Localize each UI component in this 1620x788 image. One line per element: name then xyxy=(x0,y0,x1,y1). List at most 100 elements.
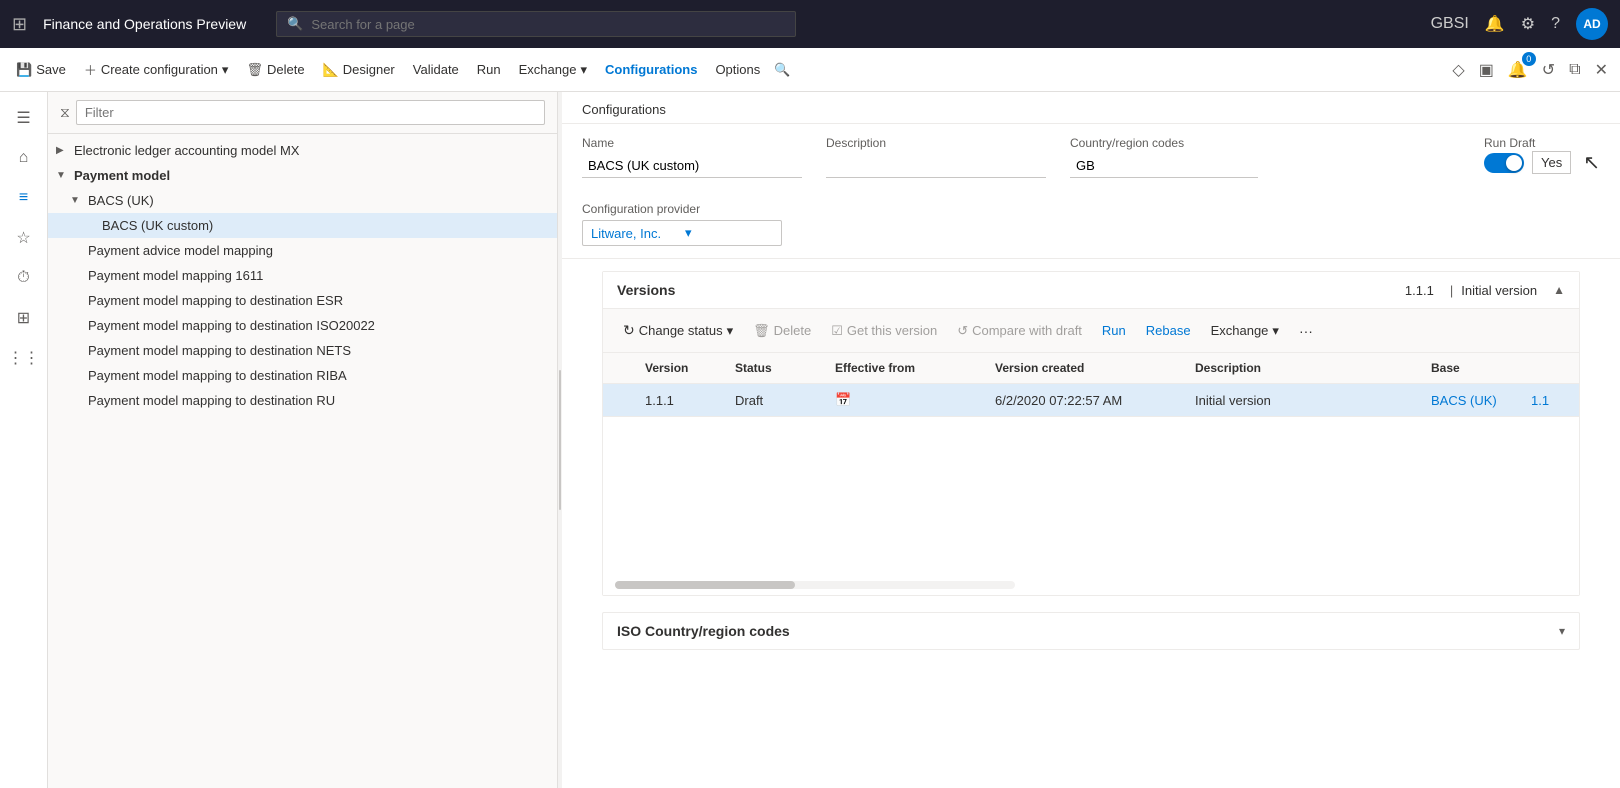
versions-run-button[interactable]: Run xyxy=(1094,318,1134,343)
help-icon[interactable]: ? xyxy=(1551,15,1560,33)
calendar-icon[interactable]: 📅 xyxy=(835,392,851,407)
versions-tag: Initial version xyxy=(1461,283,1537,298)
col-base[interactable]: Base xyxy=(1419,353,1519,384)
cell-r xyxy=(603,384,633,417)
tree-item-mapping-1611[interactable]: Payment model mapping 1611 xyxy=(48,263,557,288)
run-draft-toggle[interactable] xyxy=(1484,153,1524,173)
get-version-icon: ☑ xyxy=(831,323,843,339)
toggle-knob xyxy=(1506,155,1522,171)
tree-item-bacs-uk[interactable]: ▼ BACS (UK) xyxy=(48,188,557,213)
open-new-icon[interactable]: ⧉ xyxy=(1565,57,1584,83)
name-field: Name xyxy=(582,136,802,178)
col-version[interactable]: Version xyxy=(633,353,723,384)
cursor-indicator: ↖ xyxy=(1583,150,1600,175)
region-label: GBSI xyxy=(1431,15,1469,33)
configurations-nav-button[interactable]: Configurations xyxy=(597,56,705,83)
sidebar-recent-button[interactable]: ⏱ xyxy=(6,260,42,296)
exchange-chevron-icon: ▾ xyxy=(580,62,587,78)
notification-icon[interactable]: 🔔 xyxy=(1485,14,1505,34)
toolbar-search-icon[interactable]: 🔍 xyxy=(774,62,790,78)
designer-button[interactable]: 📐 Designer xyxy=(315,56,403,84)
country-field: Country/region codes xyxy=(1070,136,1258,178)
sidebar-favorites-button[interactable]: ☆ xyxy=(6,220,42,256)
expand-icon-payment-model: ▼ xyxy=(56,170,70,181)
save-button[interactable]: 💾 Save xyxy=(8,56,74,84)
run-button[interactable]: Run xyxy=(469,56,509,83)
notification-count-icon[interactable]: 🔔 0 xyxy=(1504,56,1532,84)
grid-icon[interactable]: ⊞ xyxy=(12,14,27,35)
country-input[interactable] xyxy=(1070,154,1258,178)
panel-icon[interactable]: ▣ xyxy=(1475,56,1498,84)
avatar[interactable]: AD xyxy=(1576,8,1608,40)
search-input[interactable] xyxy=(311,17,785,32)
form-fields: Name Description Country/region codes Co… xyxy=(562,124,1620,259)
col-effective-from[interactable]: Effective from xyxy=(823,353,983,384)
search-icon: 🔍 xyxy=(287,16,303,32)
versions-header[interactable]: Versions 1.1.1 | Initial version ▲ xyxy=(603,272,1579,309)
change-status-chevron-icon: ▾ xyxy=(727,323,734,339)
sidebar-workspace-button[interactable]: ⊞ xyxy=(6,300,42,336)
filter-icon[interactable]: ⧖ xyxy=(60,104,70,121)
tree-item-mapping-esr[interactable]: Payment model mapping to destination ESR xyxy=(48,288,557,313)
toolbar-right-actions: ◇ ▣ 🔔 0 ↺ ⧉ ✕ xyxy=(1448,56,1612,84)
tree-item-mapping-iso20022[interactable]: Payment model mapping to destination ISO… xyxy=(48,313,557,338)
col-version-created[interactable]: Version created xyxy=(983,353,1183,384)
sidebar-list-button[interactable]: ≡ xyxy=(6,180,42,216)
col-status[interactable]: Status xyxy=(723,353,823,384)
tree-filter-input[interactable] xyxy=(76,100,545,125)
expand-icon-bacs-uk: ▼ xyxy=(70,195,84,206)
description-input[interactable] xyxy=(826,154,1046,178)
more-actions-button[interactable]: ··· xyxy=(1291,318,1321,344)
run-draft-area: Run Draft Yes ↖ xyxy=(1484,136,1600,175)
create-config-chevron-icon: ▾ xyxy=(222,62,229,78)
save-icon: 💾 xyxy=(16,62,32,78)
options-button[interactable]: Options xyxy=(707,56,768,83)
provider-select[interactable]: Litware, Inc. ▾ xyxy=(582,220,782,246)
name-input[interactable] xyxy=(582,154,802,178)
iso-section-wrapper: ISO Country/region codes ▾ xyxy=(562,596,1620,670)
col-description[interactable]: Description xyxy=(1183,353,1419,384)
provider-field: Configuration provider Litware, Inc. ▾ xyxy=(582,202,782,246)
provider-value: Litware, Inc. xyxy=(591,226,679,241)
tree-item-payment-model[interactable]: ▼ Payment model xyxy=(48,163,557,188)
versions-section: Versions 1.1.1 | Initial version ▲ ↻ Cha… xyxy=(602,271,1580,596)
sidebar-home-button[interactable]: ⌂ xyxy=(6,140,42,176)
tree-item-bacs-uk-custom[interactable]: BACS (UK custom) xyxy=(48,213,557,238)
versions-badge: 1.1.1 xyxy=(1405,283,1434,298)
table-row[interactable]: 1.1.1 Draft 📅 6/2/2020 07:22:57 AM Initi… xyxy=(603,384,1579,417)
versions-toolbar: ↻ Change status ▾ 🗑 Delete ☑ Get this ve… xyxy=(603,309,1579,353)
horizontal-scrollbar[interactable] xyxy=(615,581,1015,589)
versions-exchange-button[interactable]: Exchange ▾ xyxy=(1203,318,1287,344)
resize-handle[interactable] xyxy=(558,92,562,788)
settings-icon[interactable]: ⚙ xyxy=(1521,14,1535,34)
versions-collapse-icon[interactable]: ▲ xyxy=(1553,283,1565,297)
col-base-version[interactable] xyxy=(1519,353,1579,384)
sidebar-hamburger-button[interactable]: ☰ xyxy=(6,100,42,136)
base-version-link[interactable]: 1.1 xyxy=(1531,393,1549,408)
tree-item-mapping-ru[interactable]: Payment model mapping to destination RU xyxy=(48,388,557,413)
tree-item-electronic-ledger[interactable]: ▶ Electronic ledger accounting model MX xyxy=(48,138,557,163)
diamond-icon[interactable]: ◇ xyxy=(1448,56,1468,84)
sidebar-menu-button[interactable]: ⋮⋮ xyxy=(6,340,42,376)
exchange-button[interactable]: Exchange ▾ xyxy=(511,56,595,84)
section-title: Configurations xyxy=(562,92,1620,124)
create-configuration-button[interactable]: ＋ Create configuration ▾ xyxy=(76,54,237,85)
iso-header[interactable]: ISO Country/region codes ▾ xyxy=(603,613,1579,649)
global-search[interactable]: 🔍 xyxy=(276,11,796,37)
change-status-button[interactable]: ↻ Change status ▾ xyxy=(615,317,741,344)
validate-button[interactable]: Validate xyxy=(405,56,467,83)
scrollbar-area xyxy=(603,577,1579,595)
tree-item-payment-advice[interactable]: Payment advice model mapping xyxy=(48,238,557,263)
rebase-button[interactable]: Rebase xyxy=(1138,318,1199,343)
delete-button[interactable]: 🗑 Delete xyxy=(238,56,312,84)
tree-filter-area: ⧖ xyxy=(48,92,557,134)
cell-base-version: 1.1 xyxy=(1519,384,1579,417)
refresh-icon[interactable]: ↺ xyxy=(1538,56,1559,84)
base-link[interactable]: BACS (UK) xyxy=(1431,393,1497,408)
description-field: Description xyxy=(826,136,1046,178)
close-icon[interactable]: ✕ xyxy=(1591,56,1612,84)
content-panel: Configurations Name Description Country/… xyxy=(562,92,1620,788)
tree-item-mapping-riba[interactable]: Payment model mapping to destination RIB… xyxy=(48,363,557,388)
tree-item-mapping-nets[interactable]: Payment model mapping to destination NET… xyxy=(48,338,557,363)
table-empty-area xyxy=(603,417,1579,577)
